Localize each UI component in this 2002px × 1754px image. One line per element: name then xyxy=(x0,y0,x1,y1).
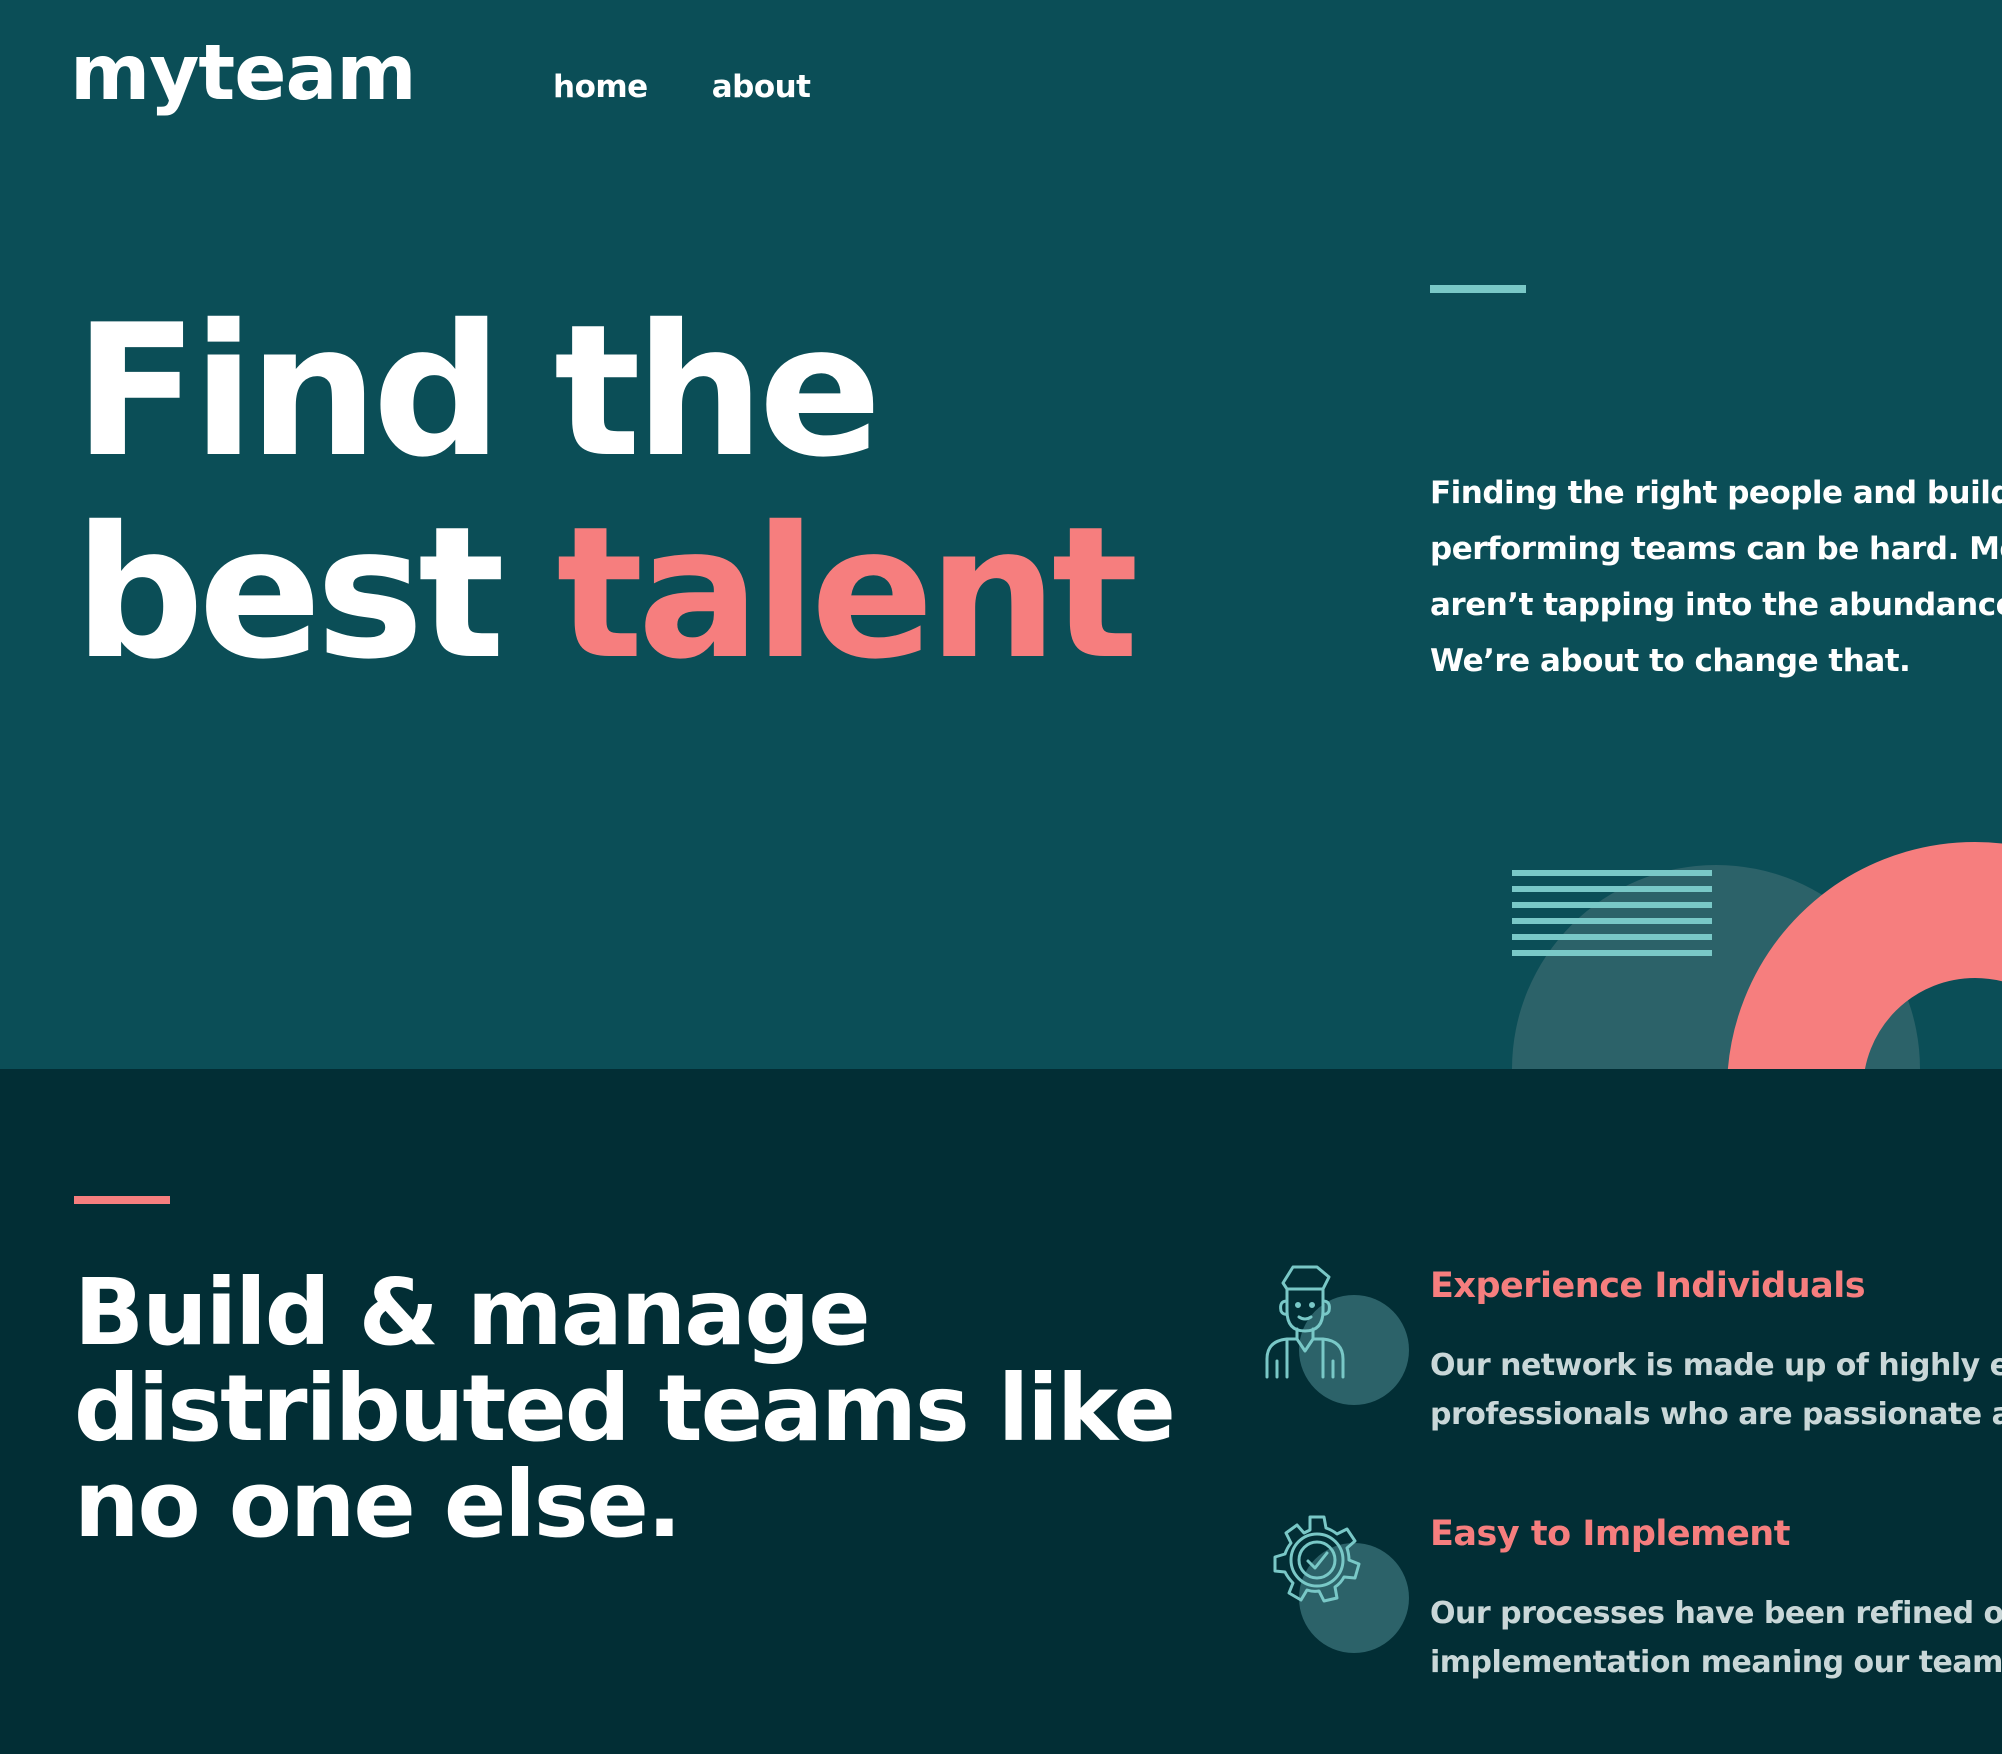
features-divider xyxy=(74,1196,170,1204)
feature-description: Our processes have been refined over y im… xyxy=(1430,1589,2002,1687)
hero-section: myteam home about Find the best talent Fi… xyxy=(0,0,2002,1069)
feature-title: Experience Individuals xyxy=(1430,1266,1866,1306)
feature-description-line: professionals who are passionate abou xyxy=(1430,1397,2002,1432)
feature-description: Our network is made up of highly expe pro… xyxy=(1430,1341,2002,1439)
features-title: Build & manage distributed teams like no… xyxy=(74,1259,1176,1558)
feature-description-line: Our network is made up of highly expe xyxy=(1430,1348,2002,1383)
hero-decoration xyxy=(1512,842,2002,1069)
feature-description-line: implementation meaning our teams a xyxy=(1430,1645,2002,1680)
cog-check-icon xyxy=(1265,1507,1409,1653)
person-icon xyxy=(1265,1259,1409,1405)
feature-description-line: Our processes have been refined over y xyxy=(1430,1596,2002,1631)
feature-title: Easy to Implement xyxy=(1430,1514,1790,1554)
features-section: Build & manage distributed teams like no… xyxy=(0,1069,2002,1754)
